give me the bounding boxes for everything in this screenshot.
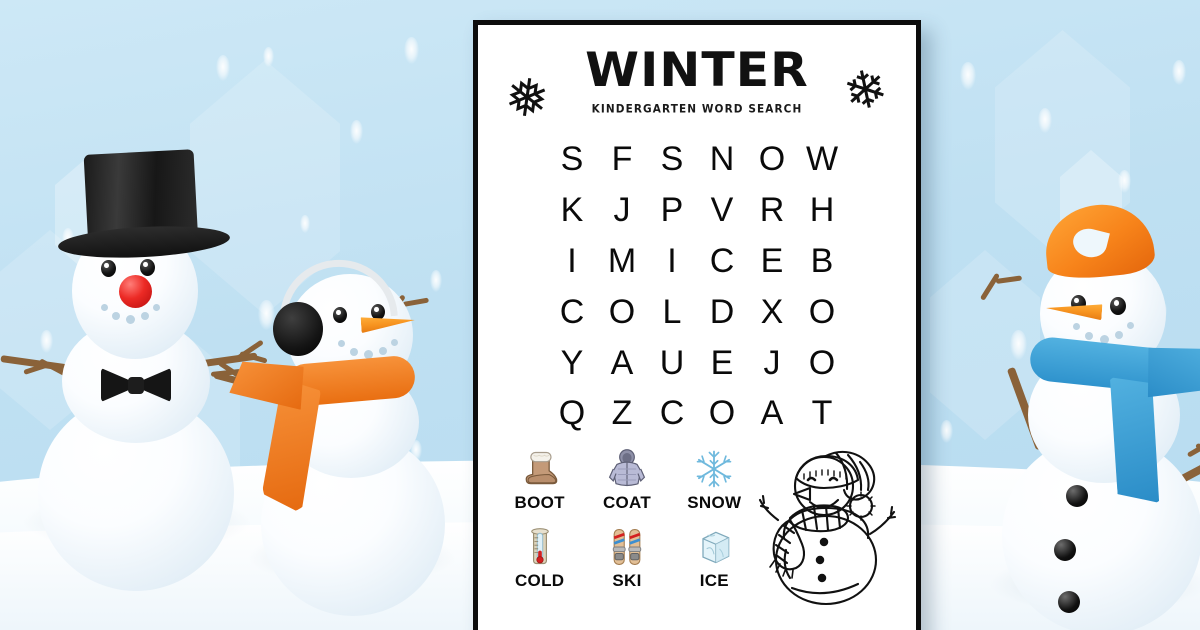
grid-letter[interactable]: S bbox=[547, 137, 597, 182]
word-label: SKI bbox=[612, 571, 642, 590]
snowman-eye-right bbox=[140, 259, 155, 276]
snowman-button bbox=[1066, 485, 1088, 507]
snowman-button bbox=[1054, 539, 1076, 561]
snowman-eye-right bbox=[1110, 297, 1126, 315]
grid-letter[interactable]: E bbox=[747, 239, 797, 284]
grid-letter[interactable]: X bbox=[747, 290, 797, 335]
snow-particle bbox=[1172, 60, 1186, 85]
grid-letter[interactable]: A bbox=[597, 341, 647, 386]
grid-letter[interactable]: D bbox=[697, 290, 747, 335]
page-subtitle: KINDERGARTEN WORD SEARCH bbox=[591, 102, 803, 116]
worksheet-paper: ❅ ❄ WINTER KINDERGARTEN WORD SEARCH SFSN… bbox=[473, 20, 921, 630]
snowman-smile-dot bbox=[112, 312, 120, 320]
snowflake-icon bbox=[671, 443, 758, 491]
snowman-smile-dot bbox=[101, 304, 108, 311]
word-label: SNOW bbox=[687, 493, 742, 512]
grid-letter[interactable]: M bbox=[597, 239, 647, 284]
snow-particle bbox=[404, 37, 419, 64]
grid-letter[interactable]: B bbox=[797, 239, 847, 284]
skis-icon bbox=[583, 521, 670, 569]
snowman-orange-hair bbox=[930, 195, 1200, 630]
word-list-item[interactable]: COAT bbox=[583, 443, 670, 513]
snow-particle bbox=[300, 215, 310, 233]
grid-letter[interactable]: Q bbox=[547, 391, 597, 436]
snowman-arm-left-twig bbox=[995, 275, 1023, 284]
word-list-item[interactable]: SKI bbox=[583, 521, 670, 591]
grid-letter[interactable]: O bbox=[797, 290, 847, 335]
snow-particle bbox=[1038, 108, 1052, 133]
snowman-smile-dot bbox=[1127, 322, 1134, 329]
snowman-smile-dot bbox=[350, 348, 358, 356]
grid-letter[interactable]: O bbox=[797, 341, 847, 386]
snowman-smile-dot bbox=[126, 315, 135, 324]
grid-letter[interactable]: I bbox=[647, 239, 697, 284]
word-list-item[interactable]: BOOT bbox=[496, 443, 583, 513]
snow-particle bbox=[350, 120, 363, 144]
grid-letter[interactable]: I bbox=[547, 239, 597, 284]
snow-particle bbox=[960, 62, 976, 90]
snow-particle bbox=[1118, 170, 1131, 193]
boot-icon bbox=[496, 443, 583, 491]
grid-letter[interactable]: F bbox=[597, 137, 647, 182]
word-list-item[interactable]: SNOW bbox=[671, 443, 758, 513]
snowman-earmuff-cup bbox=[273, 302, 323, 356]
grid-letter[interactable]: C bbox=[697, 239, 747, 284]
snowman-bow-tie bbox=[101, 368, 171, 402]
grid-letter[interactable]: A bbox=[747, 391, 797, 436]
snowman-smile-dot bbox=[153, 304, 160, 311]
grid-letter[interactable]: Z bbox=[597, 391, 647, 436]
grid-letter[interactable]: W bbox=[797, 137, 847, 182]
snowman-smile-dot bbox=[1073, 323, 1080, 330]
word-list-item[interactable]: ICE bbox=[671, 521, 758, 591]
snowman-arm-right-twig bbox=[402, 297, 430, 307]
snowman-line-art bbox=[748, 442, 908, 610]
grid-letter[interactable]: T bbox=[797, 391, 847, 436]
grid-letter[interactable]: J bbox=[597, 188, 647, 233]
word-label: COAT bbox=[602, 493, 652, 512]
snowman-eye-left bbox=[101, 260, 116, 277]
snowman-smile-dot bbox=[1085, 332, 1093, 340]
word-list-item[interactable]: COLD bbox=[496, 521, 583, 591]
word-label: BOOT bbox=[514, 493, 565, 512]
snowman-eye-right bbox=[371, 304, 385, 320]
grid-letter[interactable]: R bbox=[747, 188, 797, 233]
grid-letter[interactable]: O bbox=[597, 290, 647, 335]
grid-letter[interactable]: U bbox=[647, 341, 697, 386]
snowman-smile-dot bbox=[1115, 331, 1123, 339]
snowman-smile-dot bbox=[391, 339, 398, 346]
word-label: COLD bbox=[514, 571, 565, 590]
snowman-smile-dot bbox=[141, 312, 149, 320]
snowman-button bbox=[1058, 591, 1080, 613]
grid-letter[interactable]: O bbox=[697, 391, 747, 436]
grid-letter[interactable]: J bbox=[747, 341, 797, 386]
page-title: WINTER bbox=[585, 43, 809, 98]
grid-letter[interactable]: N bbox=[697, 137, 747, 182]
word-label: ICE bbox=[699, 571, 729, 590]
grid-letter[interactable]: O bbox=[747, 137, 797, 182]
coat-icon bbox=[583, 443, 670, 491]
grid-letter[interactable]: H bbox=[797, 188, 847, 233]
grid-letter[interactable]: Y bbox=[547, 341, 597, 386]
snowman-top-hat-brim bbox=[57, 222, 231, 262]
snowman-smile-dot bbox=[338, 340, 345, 347]
grid-letter[interactable]: K bbox=[547, 188, 597, 233]
grid-letter[interactable]: P bbox=[647, 188, 697, 233]
snow-particle bbox=[216, 55, 230, 81]
grid-letter[interactable]: C bbox=[547, 290, 597, 335]
snowman-eye-left bbox=[333, 307, 347, 323]
grid-letter[interactable]: C bbox=[647, 391, 697, 436]
grid-letter[interactable]: L bbox=[647, 290, 697, 335]
grid-letter[interactable]: S bbox=[647, 137, 697, 182]
thermometer-icon bbox=[496, 521, 583, 569]
snow-particle bbox=[263, 47, 274, 67]
word-search-grid[interactable]: SFSNOWKJPVRHIMICEBCOLDXOYAUEJOQZCOAT bbox=[547, 137, 847, 436]
word-list: BOOT COAT SNOW COLD SKI ICE bbox=[496, 443, 758, 591]
grid-letter[interactable]: V bbox=[697, 188, 747, 233]
snowman-arm-left-twig bbox=[979, 272, 1001, 301]
grid-letter[interactable]: E bbox=[697, 341, 747, 386]
snowman-smile-dot bbox=[379, 347, 387, 355]
snowman-red-nose bbox=[119, 275, 152, 308]
ice-cube-icon bbox=[671, 521, 758, 569]
